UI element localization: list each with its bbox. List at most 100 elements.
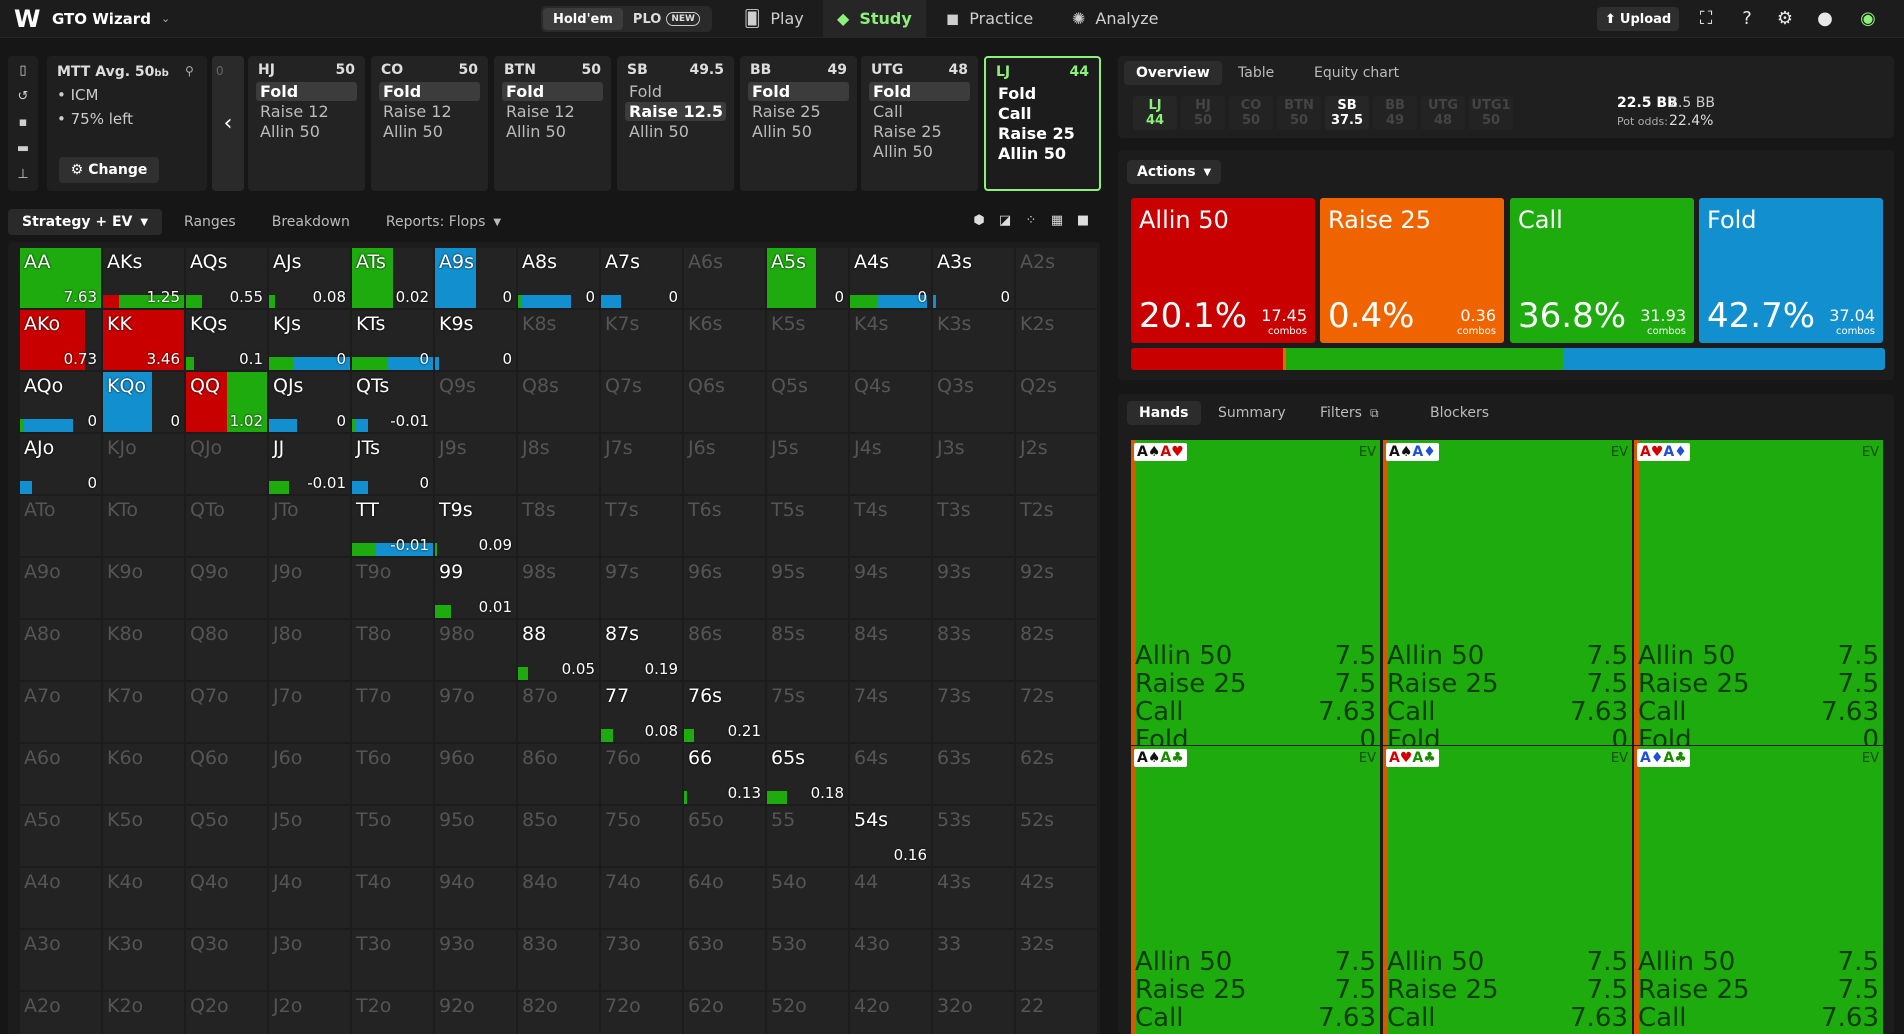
tab-strategy-ev[interactable]: Strategy + EV ▼ [8, 209, 163, 235]
position-card-co[interactable]: CO 50 Fold Raise 12 Allin 50 [371, 56, 488, 191]
grid-cell-a8o[interactable]: A8o [20, 620, 101, 680]
grid-cell-j9s[interactable]: J9s [435, 434, 516, 494]
tab-filters[interactable]: Filters ⧉ [1308, 401, 1391, 425]
grid-cell-ako[interactable]: 0.73 AKo [20, 310, 101, 370]
grid-cell-q4s[interactable]: Q4s [850, 372, 931, 432]
chevron-down-icon[interactable]: ⌄ [161, 12, 170, 25]
position-action[interactable]: Allin 50 [748, 122, 849, 141]
grid-cell-44[interactable]: 44 [850, 868, 931, 928]
brand-name[interactable]: GTO Wizard [52, 10, 151, 28]
nav-analyze[interactable]: ✺ Analyze [1058, 0, 1172, 37]
nav-study[interactable]: ◆ Study [823, 0, 926, 37]
tab-summary[interactable]: Summary [1206, 401, 1298, 425]
grid-cell-t6o[interactable]: T6o [352, 744, 433, 804]
hand-combo-card[interactable]: A♠A♣EVAllin 507.5Raise 257.5Call7.63Fold… [1131, 746, 1380, 1034]
grid-cell-jto[interactable]: JTo [269, 496, 350, 556]
position-action[interactable]: Allin 50 [502, 122, 603, 141]
grid-cell-t6s[interactable]: T6s [684, 496, 765, 556]
grid-cell-98o[interactable]: 98o [435, 620, 516, 680]
hand-combo-card[interactable]: A♠ A♥ EV Allin 50 7.5 Raise 25 7.5 Call 7.63 Fold… [1131, 440, 1380, 745]
tab-hands[interactable]: Hands [1127, 401, 1201, 425]
stack-chip-bb[interactable]: BB 49 [1373, 96, 1417, 130]
position-card-hj[interactable]: HJ 50 Fold Raise 12 Allin 50 [248, 56, 365, 191]
position-card-btn[interactable]: BTN 50 Fold Raise 12 Allin 50 [494, 56, 611, 191]
grid-cell-a9s[interactable]: 0 A9s [435, 248, 516, 308]
depth-icon[interactable]: ⊥ [14, 166, 32, 184]
tab-reports-flops[interactable]: Reports: Flops ▼ [372, 209, 515, 235]
hand-combo-card[interactable]: A♥ A♦ EV Allin 50 7.5 Raise 25 7.5 Call 7.63 Fold… [1634, 440, 1883, 745]
grid-cell-33[interactable]: 33 [933, 930, 1014, 990]
grid-cell-q6o[interactable]: Q6o [186, 744, 267, 804]
grid-cell-k5o[interactable]: K5o [103, 806, 184, 866]
grid-cell-ajo[interactable]: 0 AJo [20, 434, 101, 494]
stack-chip-hj[interactable]: HJ 50 [1181, 96, 1225, 130]
grid-cell-t7s[interactable]: T7s [601, 496, 682, 556]
grid-cell-73s[interactable]: 73s [933, 682, 1014, 742]
nav-play[interactable]: 🂠 Play [730, 0, 818, 37]
grid-cell-72o[interactable]: 72o [601, 992, 682, 1034]
grid-cell-aqo[interactable]: 0 AQo [20, 372, 101, 432]
save-icon[interactable]: ▪ [14, 114, 32, 132]
action-box-allin-50[interactable]: Allin 50 20.1% 17.45 combos [1131, 198, 1315, 343]
grid-cell-q3s[interactable]: Q3s [933, 372, 1014, 432]
grid-cell-k7s[interactable]: K7s [601, 310, 682, 370]
grid-cell-87o[interactable]: 87o [518, 682, 599, 742]
grid-cell-ato[interactable]: ATo [20, 496, 101, 556]
tab-breakdown[interactable]: Breakdown [258, 209, 364, 235]
grid-cell-q6s[interactable]: Q6s [684, 372, 765, 432]
position-action[interactable]: Allin 50 [994, 144, 1091, 163]
grid-cell-a5o[interactable]: A5o [20, 806, 101, 866]
grid-cell-j3s[interactable]: J3s [933, 434, 1014, 494]
grid-cell-98s[interactable]: 98s [518, 558, 599, 618]
grid-cell-k8o[interactable]: K8o [103, 620, 184, 680]
action-box-fold[interactable]: Fold 42.7% 37.04 combos [1699, 198, 1883, 343]
position-action[interactable]: Fold [625, 82, 726, 101]
grid-cell-94s[interactable]: 94s [850, 558, 931, 618]
grid-cell-83o[interactable]: 83o [518, 930, 599, 990]
wizard-logo-icon[interactable]: W [14, 7, 42, 31]
position-action[interactable]: Raise 25 [748, 102, 849, 121]
grid-cell-t3o[interactable]: T3o [352, 930, 433, 990]
help-icon[interactable]: ? [1736, 8, 1758, 30]
position-action[interactable]: Raise 25 [869, 122, 970, 141]
change-button[interactable]: ⚙ Change [59, 157, 159, 183]
grid-cell-q9s[interactable]: Q9s [435, 372, 516, 432]
grid-cell-43s[interactable]: 43s [933, 868, 1014, 928]
grid-cell-63o[interactable]: 63o [684, 930, 765, 990]
position-action[interactable]: Fold [502, 82, 603, 101]
grid-cell-t9s[interactable]: 0.09 T9s [435, 496, 516, 556]
grid-cell-t4o[interactable]: T4o [352, 868, 433, 928]
view-grid-icon[interactable]: ▦ [1044, 210, 1070, 232]
position-action[interactable]: Fold [869, 82, 970, 101]
grid-cell-t4s[interactable]: T4s [850, 496, 931, 556]
grid-cell-kqs[interactable]: 0.1 KQs [186, 310, 267, 370]
grid-cell-jj[interactable]: -0.01 JJ [269, 434, 350, 494]
grid-cell-95s[interactable]: 95s [767, 558, 848, 618]
grid-cell-j9o[interactable]: J9o [269, 558, 350, 618]
grid-cell-kts[interactable]: 0 KTs [352, 310, 433, 370]
stack-chip-utg[interactable]: UTG 48 [1421, 96, 1465, 130]
grid-cell-52o[interactable]: 52o [767, 992, 848, 1034]
grid-cell-kjs[interactable]: 0 KJs [269, 310, 350, 370]
grid-cell-a3o[interactable]: A3o [20, 930, 101, 990]
grid-cell-j5s[interactable]: J5s [767, 434, 848, 494]
grid-cell-32o[interactable]: 32o [933, 992, 1014, 1034]
view-combo-icon[interactable]: ⬢ [966, 210, 992, 232]
grid-cell-76o[interactable]: 76o [601, 744, 682, 804]
grid-cell-j5o[interactable]: J5o [269, 806, 350, 866]
hand-combo-card[interactable]: A♦A♣EVAllin 507.5Raise 257.5Call7.63Fold… [1634, 746, 1883, 1034]
grid-cell-j2s[interactable]: J2s [1016, 434, 1097, 494]
grid-cell-64s[interactable]: 64s [850, 744, 931, 804]
grid-cell-q5o[interactable]: Q5o [186, 806, 267, 866]
grid-cell-93s[interactable]: 93s [933, 558, 1014, 618]
grid-cell-k6o[interactable]: K6o [103, 744, 184, 804]
grid-cell-54s[interactable]: 0.16 54s [850, 806, 931, 866]
grid-cell-97s[interactable]: 97s [601, 558, 682, 618]
upload-button[interactable]: ⬆ Upload [1597, 7, 1680, 31]
grid-cell-83s[interactable]: 83s [933, 620, 1014, 680]
grid-cell-a7s[interactable]: 0 A7s [601, 248, 682, 308]
grid-cell-k7o[interactable]: K7o [103, 682, 184, 742]
grid-cell-t5s[interactable]: T5s [767, 496, 848, 556]
grid-cell-42o[interactable]: 42o [850, 992, 931, 1034]
grid-cell-85o[interactable]: 85o [518, 806, 599, 866]
